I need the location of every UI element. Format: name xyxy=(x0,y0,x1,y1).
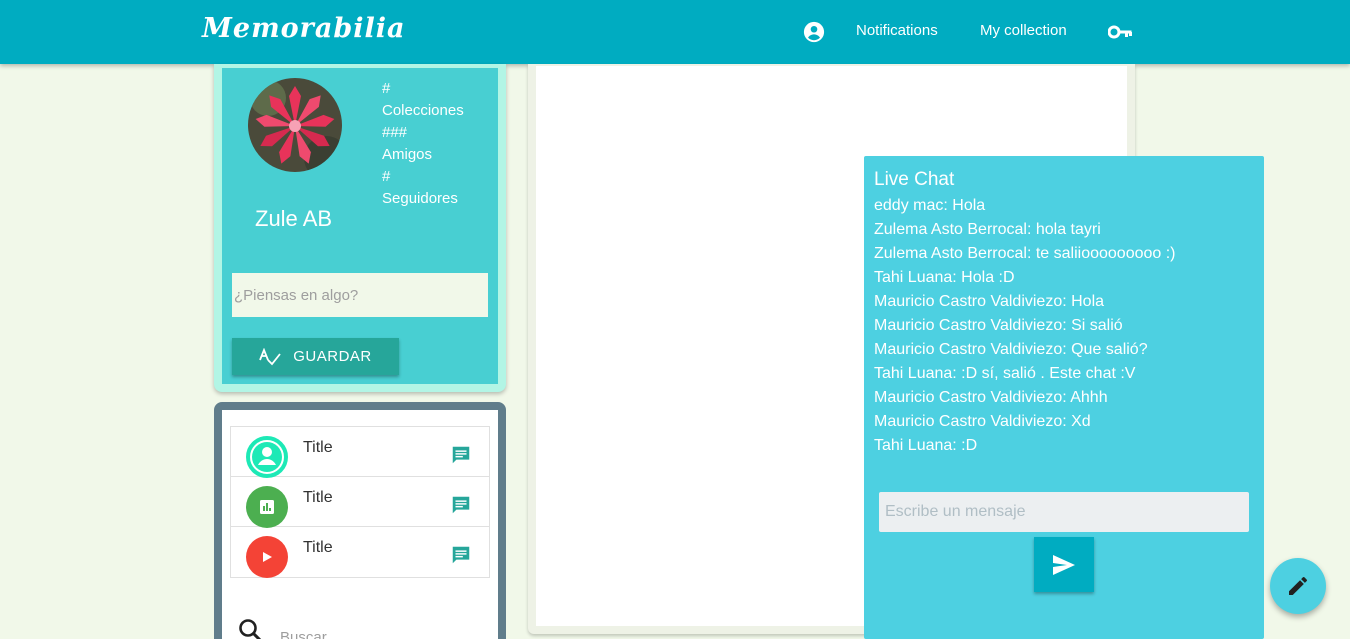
chat-title: Live Chat xyxy=(874,169,955,190)
friends-list-card: Title Title Title Buscar xyxy=(214,402,506,639)
item-avatar-circle xyxy=(246,436,288,478)
message-icon[interactable] xyxy=(450,544,472,566)
edit-fab-button[interactable] xyxy=(1270,558,1326,614)
chart-icon xyxy=(260,500,274,514)
friends-list-panel: Title Title Title Buscar xyxy=(222,410,498,639)
item-title: Title xyxy=(303,539,333,556)
message-icon[interactable] xyxy=(450,494,472,516)
collections-label[interactable]: Colecciones xyxy=(382,100,464,122)
vpn-key-icon[interactable] xyxy=(1108,24,1132,40)
save-button[interactable]: GUARDAR xyxy=(232,338,399,375)
account-circle-icon[interactable] xyxy=(803,21,825,43)
send-icon xyxy=(1053,554,1075,575)
item-title: Title xyxy=(303,489,333,506)
chat-message: Zulema Asto Berrocal: hola tayri xyxy=(874,221,1101,238)
friends-label[interactable]: Amigos xyxy=(382,144,464,166)
chat-message: Tahi Luana: :D xyxy=(874,437,978,454)
pencil-icon xyxy=(1289,576,1308,595)
chat-message: Mauricio Castro Valdiviezo: Si salió xyxy=(874,317,1123,334)
avatar-flower-image xyxy=(248,78,342,172)
nav-my-collection-link[interactable]: My collection xyxy=(980,22,1067,39)
friends-count: ### xyxy=(382,124,408,141)
profile-card: # Colecciones ### Amigos # Seguidores Zu… xyxy=(214,64,506,392)
list-item[interactable]: Title xyxy=(231,427,489,478)
followers-label[interactable]: Seguidores xyxy=(382,188,464,210)
chat-message: Tahi Luana: Hola :D xyxy=(874,269,1015,286)
thought-input[interactable] xyxy=(232,273,488,317)
item-avatar-circle xyxy=(246,486,288,528)
collections-count: # xyxy=(382,80,391,97)
collection-list: Title Title Title xyxy=(230,426,490,578)
chat-message: Tahi Luana: :D sí, salió . Este chat :V xyxy=(874,365,1136,382)
chat-message: Mauricio Castro Valdiviezo: Ahhh xyxy=(874,389,1108,406)
top-navbar: Memorabilia Notifications My collection xyxy=(0,0,1350,64)
avatar[interactable] xyxy=(248,78,342,172)
profile-panel: # Colecciones ### Amigos # Seguidores Zu… xyxy=(222,68,498,384)
search-input[interactable] xyxy=(280,624,480,639)
list-item[interactable]: Title xyxy=(231,477,489,528)
chat-message: Mauricio Castro Valdiviezo: Hola xyxy=(874,293,1105,310)
chat-message: eddy mac: Hola xyxy=(874,197,986,214)
account-icon xyxy=(246,436,288,478)
chat-message: Mauricio Castro Valdiviezo: Que salió? xyxy=(874,341,1148,358)
live-chat-panel: Live Chat eddy mac: Hola Zulema Asto Ber… xyxy=(864,156,1264,639)
play-icon xyxy=(263,552,272,562)
save-button-label: GUARDAR xyxy=(293,348,372,365)
list-item[interactable]: Title xyxy=(231,527,489,578)
followers-count: # xyxy=(382,168,391,185)
chat-message-input[interactable] xyxy=(879,492,1249,532)
user-name: Zule AB xyxy=(255,206,333,231)
item-avatar-circle xyxy=(246,536,288,578)
profile-stats: # Colecciones ### Amigos # Seguidores xyxy=(382,78,464,210)
chat-message: Mauricio Castro Valdiviezo: Xd xyxy=(874,413,1091,430)
spellcheck-icon xyxy=(259,347,281,365)
search-icon xyxy=(239,619,262,639)
message-icon[interactable] xyxy=(450,444,472,466)
nav-notifications-link[interactable]: Notifications xyxy=(856,22,938,39)
item-title: Title xyxy=(303,439,333,456)
send-button[interactable] xyxy=(1034,537,1094,592)
chat-message: Zulema Asto Berrocal: te saliiooooooooo … xyxy=(874,245,1176,262)
chat-messages: eddy mac: Hola Zulema Asto Berrocal: hol… xyxy=(874,194,1259,458)
brand-logo[interactable]: Memorabilia xyxy=(202,13,406,44)
